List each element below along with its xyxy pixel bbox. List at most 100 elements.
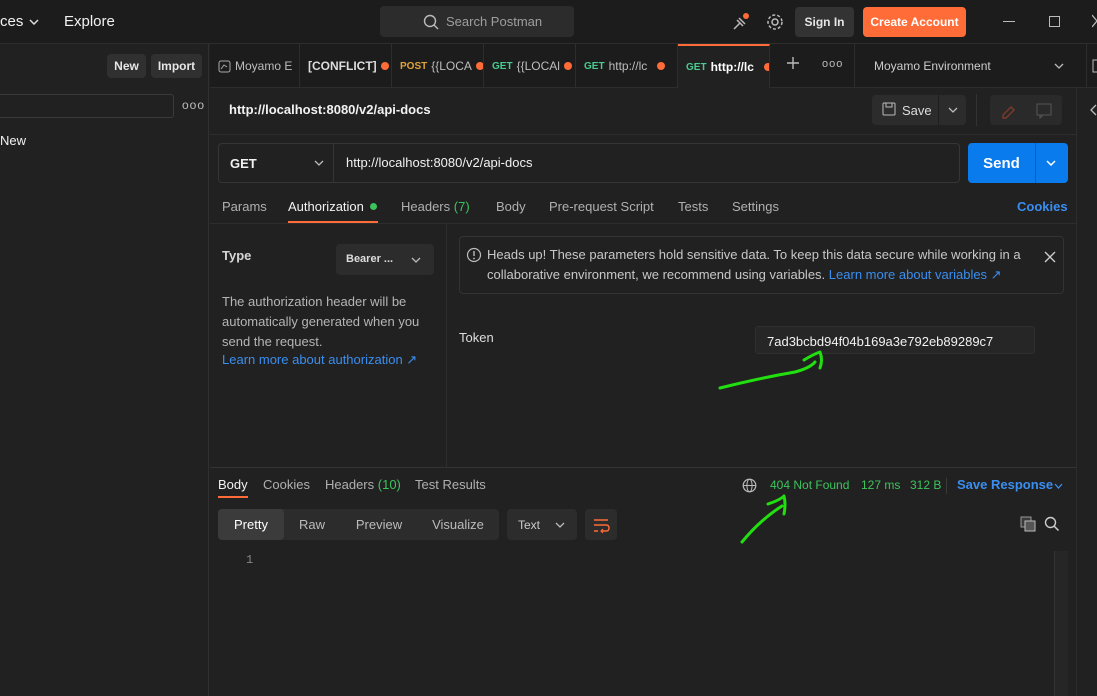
divider <box>210 134 1077 135</box>
tab-label: {{LOCAl <box>516 59 560 73</box>
create-account-button[interactable]: Create Account <box>863 7 966 37</box>
format-select[interactable]: Text <box>507 509 577 540</box>
tab-method: GET <box>584 60 605 72</box>
sidebar: New Import ooo New <box>0 44 209 696</box>
send-button[interactable]: Send <box>968 143 1035 183</box>
view-preview[interactable]: Preview <box>342 509 416 540</box>
response-time: 127 ms <box>861 478 901 492</box>
import-button[interactable]: Import <box>151 54 202 78</box>
headers-count: (7) <box>453 199 470 214</box>
method-chevron-down-icon <box>314 160 324 166</box>
response-tab-headers[interactable]: Headers (10) <box>325 477 401 492</box>
url-input[interactable]: http://localhost:8080/v2/api-docs <box>346 155 532 170</box>
tab-prerequest-script[interactable]: Pre-request Script <box>549 199 654 214</box>
search-icon <box>423 14 439 30</box>
edit-icon[interactable] <box>990 95 1026 125</box>
search-response-icon[interactable] <box>1044 516 1060 532</box>
tab-settings[interactable]: Settings <box>732 199 779 214</box>
tab-params[interactable]: Params <box>222 199 267 214</box>
learn-auth-link[interactable]: Learn more about authorization ↗ <box>222 352 417 368</box>
request-title: http://localhost:8080/v2/api-docs <box>229 102 431 117</box>
tabs-more-icon[interactable]: ooo <box>822 58 843 70</box>
sidebar-item-new[interactable]: New <box>0 133 26 148</box>
divider <box>210 223 1076 224</box>
tab-label: http://lc <box>608 59 648 73</box>
send-options-chevron-icon[interactable] <box>1046 160 1056 166</box>
save-options-chevron-icon[interactable] <box>948 107 958 113</box>
auth-type-chevron-icon <box>411 257 421 263</box>
divider <box>1086 44 1087 88</box>
tab-method: GET <box>492 60 513 72</box>
sign-in-button[interactable]: Sign In <box>795 7 854 37</box>
new-button[interactable]: New <box>107 54 146 78</box>
response-headers-label: Headers <box>325 477 375 492</box>
more-icon[interactable]: ooo <box>182 98 205 112</box>
method-select[interactable]: GET <box>219 144 334 182</box>
auth-type-value: Bearer ... <box>346 253 394 265</box>
tab-get-http-1[interactable]: GET http://lc <box>576 44 678 88</box>
response-tab-body[interactable]: Body <box>218 477 248 492</box>
status-text: Not Found <box>793 478 850 492</box>
environment-selector[interactable]: Moyamo Environment <box>874 59 991 73</box>
workspaces-menu[interactable]: ces <box>0 13 39 30</box>
add-tab-icon[interactable] <box>786 56 800 70</box>
annotation-arrow-status <box>740 494 787 544</box>
tab-method: GET <box>686 61 707 73</box>
notice-text-block: Heads up! These parameters hold sensitiv… <box>487 245 1032 285</box>
tab-get-http-active[interactable]: GET http://lc <box>678 44 770 88</box>
gear-icon[interactable] <box>765 12 785 32</box>
save-response-chevron-icon[interactable] <box>1054 483 1063 489</box>
cookies-link[interactable]: Cookies <box>1017 199 1068 214</box>
satellite-icon[interactable] <box>731 12 751 32</box>
minimize-icon[interactable] <box>1003 21 1015 22</box>
save-icon <box>882 102 896 116</box>
close-window-icon[interactable] <box>1092 13 1097 29</box>
comments-icon[interactable] <box>1026 95 1062 125</box>
response-tab-test-results[interactable]: Test Results <box>415 477 486 492</box>
copy-icon[interactable] <box>1020 516 1036 532</box>
save-button[interactable]: Save <box>902 103 932 118</box>
wrap-lines-icon[interactable] <box>585 509 617 540</box>
tab-moyamo[interactable]: Moyamo E <box>210 44 300 88</box>
auth-type-select[interactable]: Bearer ... <box>336 244 434 275</box>
environment-tab-icon <box>218 60 231 73</box>
response-active-underline <box>218 496 248 498</box>
response-divider[interactable] <box>210 467 1076 468</box>
tab-method: POST <box>400 60 428 72</box>
learn-variables-link[interactable]: Learn more about variables ↗ <box>829 267 1002 282</box>
save-response-button[interactable]: Save Response <box>957 477 1053 492</box>
response-tab-cookies[interactable]: Cookies <box>263 477 310 492</box>
search-placeholder: Search Postman <box>446 14 543 29</box>
tab-label: {{LOCA <box>431 59 472 73</box>
tab-authorization[interactable]: Authorization <box>288 199 377 214</box>
tab-tests[interactable]: Tests <box>678 199 708 214</box>
maximize-icon[interactable] <box>1049 16 1060 27</box>
workspaces-label: ces <box>0 13 24 30</box>
unsaved-dot-icon <box>475 62 483 70</box>
view-pretty[interactable]: Pretty <box>218 509 284 540</box>
token-label: Token <box>459 330 494 345</box>
divider <box>946 478 947 494</box>
sidebar-filter-input[interactable] <box>0 94 174 118</box>
search-input[interactable]: Search Postman <box>380 6 574 37</box>
format-chevron-icon <box>555 522 565 528</box>
url-bar: GET http://localhost:8080/v2/api-docs <box>218 143 960 183</box>
sensitive-data-notice: Heads up! These parameters hold sensitiv… <box>459 236 1064 294</box>
method-value: GET <box>230 156 257 171</box>
environment-chevron-down-icon[interactable] <box>1054 63 1064 69</box>
environment-quick-look-icon[interactable] <box>1092 59 1097 73</box>
response-scrollbar[interactable] <box>1054 551 1068 696</box>
tab-authorization-label: Authorization <box>288 199 364 214</box>
tab-conflict[interactable]: [CONFLICT] <box>300 44 392 88</box>
tab-get-local[interactable]: GET {{LOCAl <box>484 44 576 88</box>
view-visualize[interactable]: Visualize <box>422 509 494 540</box>
tab-body[interactable]: Body <box>496 199 526 214</box>
send-button-group: Send <box>968 143 1068 183</box>
explore-link[interactable]: Explore <box>64 13 115 30</box>
chevron-left-icon[interactable] <box>1089 104 1097 116</box>
line-number: 1 <box>246 553 254 567</box>
close-notice-icon[interactable] <box>1044 251 1056 263</box>
tab-headers[interactable]: Headers (7) <box>401 199 470 214</box>
tab-post-local[interactable]: POST {{LOCA <box>392 44 484 88</box>
view-raw[interactable]: Raw <box>284 509 340 540</box>
